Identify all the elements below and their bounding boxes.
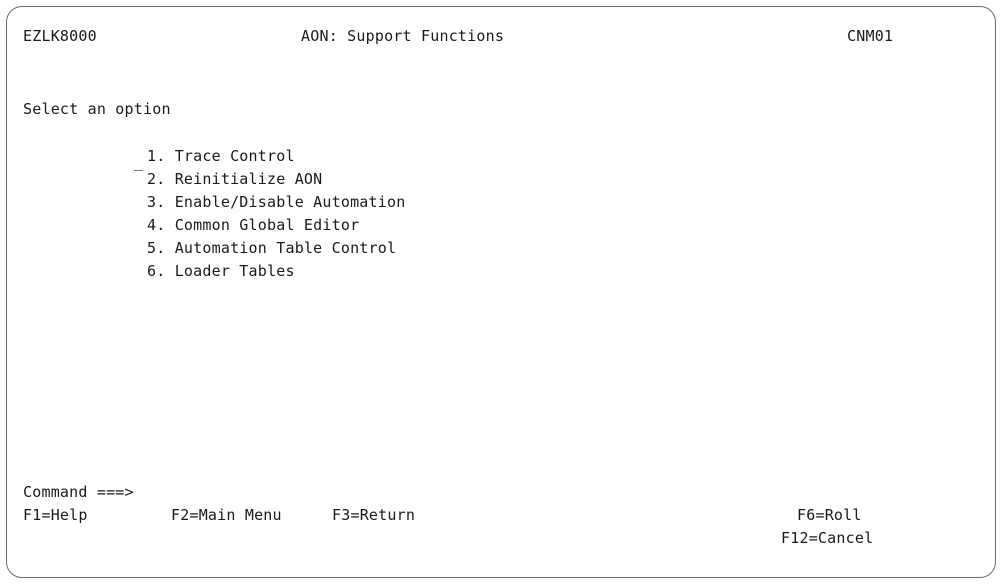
system-id: CNM01 xyxy=(847,27,894,45)
panel-id: EZLK8000 xyxy=(23,27,97,45)
command-input[interactable] xyxy=(131,483,831,501)
f3-return-key[interactable]: F3=Return xyxy=(332,506,415,524)
selection-input[interactable]: _ xyxy=(134,153,143,171)
menu-item-enable-disable-automation[interactable]: 3. Enable/Disable Automation xyxy=(147,193,405,211)
menu-item-loader-tables[interactable]: 6. Loader Tables xyxy=(147,262,295,280)
f12-cancel-key[interactable]: F12=Cancel xyxy=(781,529,873,547)
f6-roll-key[interactable]: F6=Roll xyxy=(797,506,862,524)
menu-item-common-global-editor[interactable]: 4. Common Global Editor xyxy=(147,216,359,234)
command-label: Command ===> xyxy=(23,483,134,501)
select-option-prompt: Select an option xyxy=(23,100,171,118)
menu-item-trace-control[interactable]: 1. Trace Control xyxy=(147,147,295,165)
menu-item-reinitialize-aon[interactable]: 2. Reinitialize AON xyxy=(147,170,322,188)
panel-title: AON: Support Functions xyxy=(301,27,505,45)
f2-main-menu-key[interactable]: F2=Main Menu xyxy=(171,506,282,524)
f1-help-key[interactable]: F1=Help xyxy=(23,506,88,524)
terminal-screen: EZLK8000 AON: Support Functions CNM01 Se… xyxy=(6,6,996,578)
menu-item-automation-table-control[interactable]: 5. Automation Table Control xyxy=(147,239,396,257)
